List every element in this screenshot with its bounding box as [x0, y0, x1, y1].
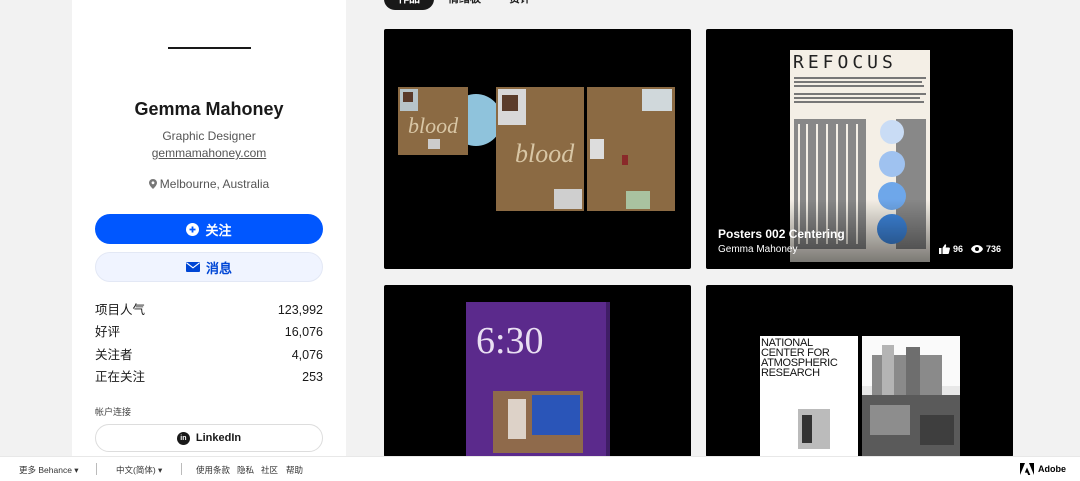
envelope-icon [185, 262, 200, 272]
tab-moodboards[interactable]: 情绪板 [434, 0, 495, 10]
stat-value: 4,076 [291, 347, 323, 362]
terms-link[interactable]: 使用条款 [196, 464, 230, 476]
stat-row: 项目人气 123,992 [95, 300, 323, 322]
views-stat: 736 [970, 244, 1001, 254]
adobe-logo-icon [1020, 463, 1034, 475]
project-owner[interactable]: Gemma Mahoney [718, 244, 797, 255]
stat-value: 123,992 [277, 303, 323, 317]
project-cover-image: blood blood [398, 87, 675, 211]
stat-value: 253 [302, 369, 323, 384]
avatar-divider [168, 47, 251, 49]
stat-row: 好评 16,076 [95, 322, 323, 344]
language-selector[interactable]: 中文(简体) ▾ [116, 464, 162, 476]
stat-label: 正在关注 [95, 369, 146, 384]
plus-circle-icon [186, 222, 200, 236]
project-title[interactable]: Posters 002 Centering [718, 227, 845, 241]
project-card-refocus[interactable]: REFOCUS Posters 002 Centering Gemma Maho… [706, 29, 1013, 269]
linkedin-icon: in [176, 431, 190, 445]
project-card-ncar[interactable]: NATIONAL CENTER FOR ATMOSPHERIC RESEARCH [706, 285, 1013, 457]
adobe-link[interactable]: Adobe [1020, 463, 1066, 475]
location-pin-icon [148, 179, 157, 189]
community-link[interactable]: 社区 [261, 464, 278, 476]
stat-row[interactable]: 关注者 4,076 [95, 345, 323, 367]
site-footer: 更多 Behance ▾ 中文(简体) ▾ 使用条款 隐私 社区 帮助 Adob… [0, 456, 1080, 481]
project-stats: 96 736 [938, 244, 1001, 254]
profile-location: Melbourne, Australia [72, 177, 346, 191]
cover-text: blood [515, 139, 575, 168]
cover-text: NATIONAL CENTER FOR ATMOSPHERIC RESEARCH [761, 338, 838, 379]
more-behance-menu[interactable]: 更多 Behance ▾ [19, 464, 79, 476]
more-behance-label: 更多 Behance [19, 465, 72, 475]
stat-value: 16,076 [284, 325, 323, 340]
accounts-label: 帐户连接 [95, 407, 132, 417]
cover-text: REFOCUS [793, 52, 897, 73]
thumbs-up-icon [938, 244, 950, 254]
profile-name: Gemma Mahoney [134, 99, 284, 119]
tab-appreciations[interactable]: 赞评 [495, 0, 545, 10]
profile-sidebar: Gemma Mahoney Graphic Designer gemmamaho… [72, 0, 346, 456]
chevron-down-icon: ▾ [74, 465, 79, 475]
appreciations-count: 96 [952, 244, 963, 254]
stat-row[interactable]: 正在关注 253 [95, 367, 323, 389]
cover-text: 6:30 [476, 320, 544, 362]
eye-icon [970, 245, 983, 253]
project-card-blood[interactable]: blood blood [384, 29, 691, 269]
stat-label: 关注者 [95, 347, 133, 362]
cover-text: blood [408, 113, 459, 138]
message-button[interactable]: 消息 [95, 252, 323, 282]
profile-role: Graphic Designer [162, 129, 256, 143]
stat-label: 好评 [95, 325, 121, 340]
linkedin-button[interactable]: in LinkedIn [95, 424, 323, 452]
location-text: Melbourne, Australia [159, 177, 270, 191]
message-label: 消息 [205, 260, 232, 276]
tab-work[interactable]: 作品 [384, 0, 434, 10]
appreciations-stat: 96 [938, 244, 963, 254]
follow-button[interactable]: 关注 [95, 214, 323, 244]
footer-divider [96, 463, 97, 475]
footer-divider [181, 463, 182, 475]
help-link[interactable]: 帮助 [286, 464, 303, 476]
profile-stats: 项目人气 123,992 好评 16,076 关注者 4,076 正在关注 253 [95, 300, 323, 389]
follow-label: 关注 [205, 222, 232, 238]
project-cover-image: 6:30 [466, 302, 610, 457]
stat-label: 项目人气 [95, 303, 146, 317]
privacy-link[interactable]: 隐私 [237, 464, 254, 476]
adobe-label: Adobe [1038, 464, 1066, 474]
profile-website-link[interactable]: gemmamahoney.com [72, 146, 346, 160]
views-count: 736 [985, 244, 1001, 254]
project-card-six-thirty[interactable]: 6:30 [384, 285, 691, 457]
chevron-down-icon: ▾ [158, 465, 163, 475]
language-label: 中文(简体) [116, 465, 156, 475]
linkedin-label: LinkedIn [195, 432, 242, 444]
profile-tabs: 作品 情绪板 赞评 [384, 0, 545, 10]
project-cover-image: NATIONAL CENTER FOR ATMOSPHERIC RESEARCH [760, 336, 960, 457]
